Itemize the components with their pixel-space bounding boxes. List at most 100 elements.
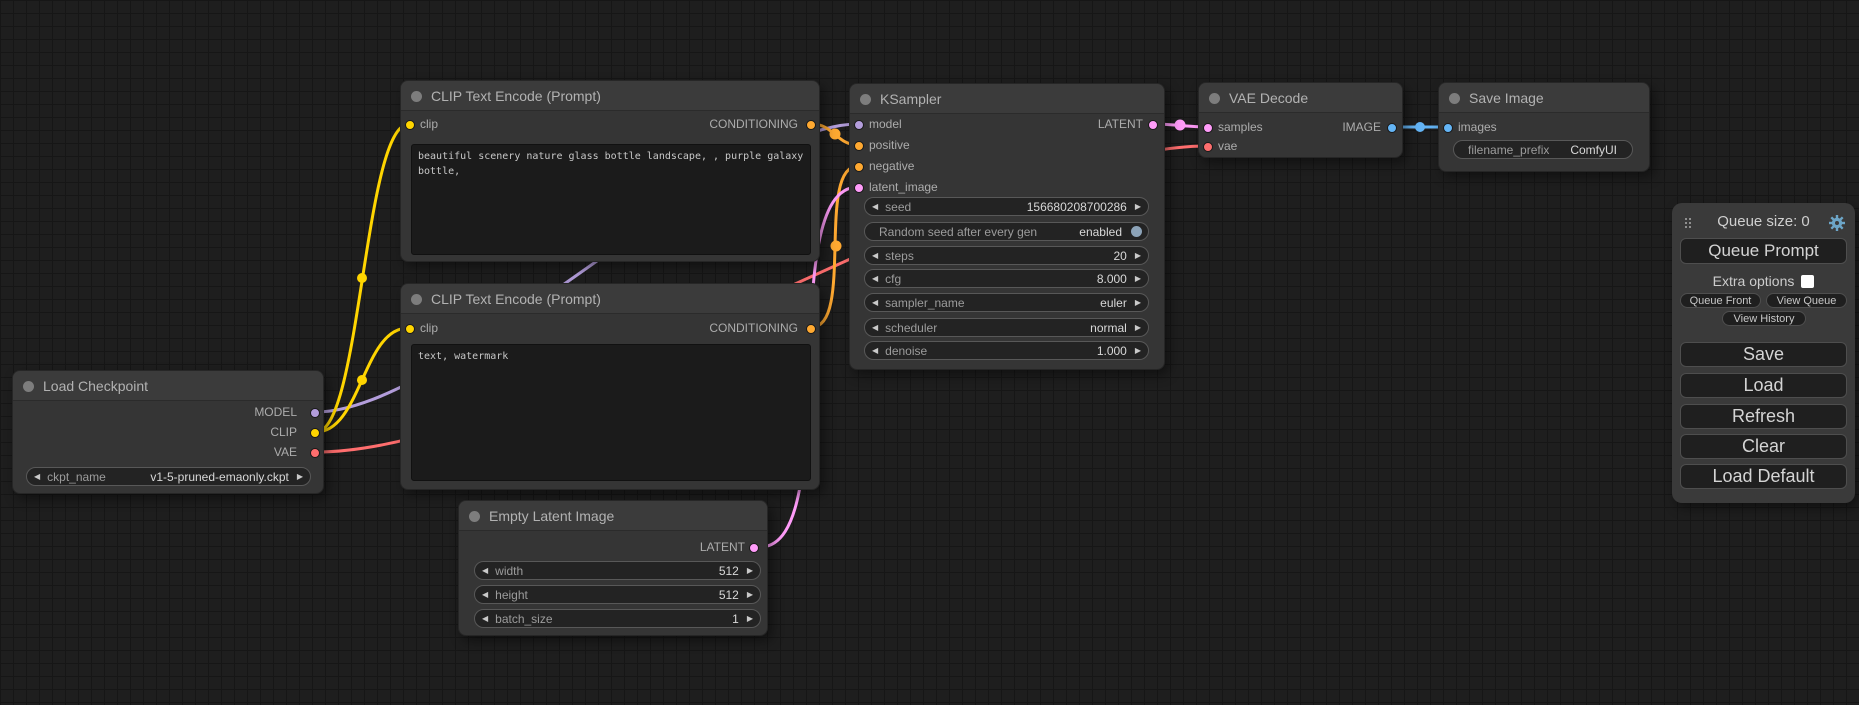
left-arrow-icon[interactable]: ◀ <box>872 293 878 312</box>
extra-options-checkbox[interactable] <box>1801 275 1814 288</box>
view-queue-button[interactable]: View Queue <box>1766 293 1847 308</box>
clip-text-encode-negative-node[interactable]: CLIP Text Encode (Prompt) clip CONDITION… <box>400 283 820 490</box>
queue-prompt-button[interactable]: Queue Prompt <box>1680 238 1847 264</box>
right-arrow-icon[interactable]: ▶ <box>1135 341 1141 360</box>
collapse-toggle-icon[interactable] <box>1209 93 1220 104</box>
toggle-icon[interactable] <box>1130 225 1143 238</box>
save-button[interactable]: Save <box>1680 342 1847 367</box>
image-output-slot[interactable] <box>1387 123 1397 133</box>
collapse-toggle-icon[interactable] <box>411 294 422 305</box>
clip-input-slot[interactable] <box>405 324 415 334</box>
node-title-bar[interactable]: KSampler <box>850 84 1164 114</box>
filename-prefix-widget[interactable]: filename_prefix ComfyUI <box>1453 140 1633 159</box>
images-input-slot[interactable] <box>1443 123 1453 133</box>
right-arrow-icon[interactable]: ▶ <box>747 585 753 604</box>
negative-prompt-textarea[interactable]: text, watermark <box>411 344 811 481</box>
clip-input-slot[interactable] <box>405 120 415 130</box>
steps-widget[interactable]: ◀ steps 20 ▶ <box>864 246 1149 265</box>
node-title: Load Checkpoint <box>43 378 148 394</box>
right-arrow-icon[interactable]: ▶ <box>747 561 753 580</box>
link-dot <box>830 129 841 140</box>
images-input-label: images <box>1458 120 1497 134</box>
save-image-node[interactable]: Save Image images filename_prefix ComfyU… <box>1438 82 1650 172</box>
left-arrow-icon[interactable]: ◀ <box>872 318 878 337</box>
batch-size-widget[interactable]: ◀ batch_size 1 ▶ <box>474 609 761 628</box>
node-title-bar[interactable]: CLIP Text Encode (Prompt) <box>401 284 819 314</box>
vae-output-label: VAE <box>274 445 297 459</box>
left-arrow-icon[interactable]: ◀ <box>482 561 488 580</box>
node-title-bar[interactable]: Empty Latent Image <box>459 501 767 531</box>
left-arrow-icon[interactable]: ◀ <box>872 269 878 288</box>
widget-value: v1-5-pruned-emaonly.ckpt <box>150 470 289 484</box>
clip-output-slot[interactable] <box>310 428 320 438</box>
collapse-toggle-icon[interactable] <box>1449 93 1460 104</box>
widget-value: enabled <box>1079 225 1122 239</box>
scheduler-widget[interactable]: ◀ scheduler normal ▶ <box>864 318 1149 337</box>
node-title-bar[interactable]: Save Image <box>1439 83 1649 113</box>
vae-input-slot[interactable] <box>1203 142 1213 152</box>
negative-input-label: negative <box>869 159 914 173</box>
node-title: CLIP Text Encode (Prompt) <box>431 88 601 104</box>
sampler-name-widget[interactable]: ◀ sampler_name euler ▶ <box>864 293 1149 312</box>
model-output-slot[interactable] <box>310 408 320 418</box>
model-input-slot[interactable] <box>854 120 864 130</box>
conditioning-output-label: CONDITIONING <box>709 321 798 335</box>
load-checkpoint-node[interactable]: Load Checkpoint MODEL CLIP VAE ◀ ckpt_na… <box>12 370 324 494</box>
collapse-toggle-icon[interactable] <box>411 91 422 102</box>
load-button[interactable]: Load <box>1680 373 1847 398</box>
latent-image-input-slot[interactable] <box>854 183 864 193</box>
collapse-toggle-icon[interactable] <box>23 381 34 392</box>
latent-output-slot[interactable] <box>749 543 759 553</box>
right-arrow-icon[interactable]: ▶ <box>1135 197 1141 216</box>
gear-icon[interactable] <box>1828 214 1846 232</box>
load-default-button[interactable]: Load Default <box>1680 464 1847 489</box>
positive-prompt-textarea[interactable]: beautiful scenery nature glass bottle la… <box>411 144 811 255</box>
negative-input-slot[interactable] <box>854 162 864 172</box>
node-title-bar[interactable]: Load Checkpoint <box>13 371 323 401</box>
node-title-bar[interactable]: VAE Decode <box>1199 83 1402 113</box>
left-arrow-icon[interactable]: ◀ <box>482 609 488 628</box>
positive-input-slot[interactable] <box>854 141 864 151</box>
collapse-toggle-icon[interactable] <box>469 511 480 522</box>
right-arrow-icon[interactable]: ▶ <box>747 609 753 628</box>
collapse-toggle-icon[interactable] <box>860 94 871 105</box>
widget-label: width <box>495 564 523 578</box>
vae-output-slot[interactable] <box>310 448 320 458</box>
right-arrow-icon[interactable]: ▶ <box>1135 269 1141 288</box>
left-arrow-icon[interactable]: ◀ <box>872 246 878 265</box>
right-arrow-icon[interactable]: ▶ <box>297 467 303 486</box>
left-arrow-icon[interactable]: ◀ <box>872 341 878 360</box>
right-arrow-icon[interactable]: ▶ <box>1135 246 1141 265</box>
height-widget[interactable]: ◀ height 512 ▶ <box>474 585 761 604</box>
link-dot <box>1175 120 1186 131</box>
left-arrow-icon[interactable]: ◀ <box>872 197 878 216</box>
right-arrow-icon[interactable]: ▶ <box>1135 318 1141 337</box>
random-seed-widget[interactable]: Random seed after every gen enabled <box>864 222 1149 241</box>
left-arrow-icon[interactable]: ◀ <box>34 467 40 486</box>
latent-output-slot[interactable] <box>1148 120 1158 130</box>
samples-input-label: samples <box>1218 120 1263 134</box>
clip-text-encode-positive-node[interactable]: CLIP Text Encode (Prompt) clip CONDITION… <box>400 80 820 262</box>
conditioning-output-slot[interactable] <box>806 324 816 334</box>
view-history-button[interactable]: View History <box>1722 311 1806 326</box>
denoise-widget[interactable]: ◀ denoise 1.000 ▶ <box>864 341 1149 360</box>
empty-latent-image-node[interactable]: Empty Latent Image LATENT ◀ width 512 ▶ … <box>458 500 768 636</box>
ckpt-name-widget[interactable]: ◀ ckpt_name v1-5-pruned-emaonly.ckpt ▶ <box>26 467 311 486</box>
ksampler-node[interactable]: KSampler model positive negative latent_… <box>849 83 1165 370</box>
left-arrow-icon[interactable]: ◀ <box>482 585 488 604</box>
clear-button[interactable]: Clear <box>1680 434 1847 459</box>
samples-input-slot[interactable] <box>1203 123 1213 133</box>
width-widget[interactable]: ◀ width 512 ▶ <box>474 561 761 580</box>
vae-decode-node[interactable]: VAE Decode samples vae IMAGE <box>1198 82 1403 158</box>
queue-front-button[interactable]: Queue Front <box>1680 293 1761 308</box>
seed-widget[interactable]: ◀ seed 156680208700286 ▶ <box>864 197 1149 216</box>
comfyui-canvas[interactable]: { "colors": { "model": "#B39DDB", "clip"… <box>0 0 1859 705</box>
node-title-bar[interactable]: CLIP Text Encode (Prompt) <box>401 81 819 111</box>
widget-label: height <box>495 588 528 602</box>
clip-input-label: clip <box>420 117 438 131</box>
conditioning-output-slot[interactable] <box>806 120 816 130</box>
widget-value: 20 <box>1113 249 1126 263</box>
cfg-widget[interactable]: ◀ cfg 8.000 ▶ <box>864 269 1149 288</box>
right-arrow-icon[interactable]: ▶ <box>1135 293 1141 312</box>
refresh-button[interactable]: Refresh <box>1680 404 1847 429</box>
